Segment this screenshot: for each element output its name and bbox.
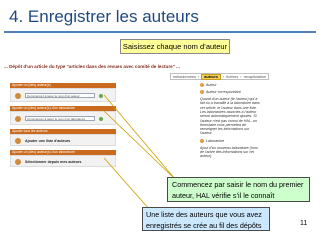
select-my-authors-button[interactable]: Sélectionner depuis mes auteurs [25,160,81,164]
author-label: Auteur [206,83,217,87]
title-divider [4,31,316,33]
author-name-input[interactable]: Commencez à taper le nom d'un auteur [25,93,95,98]
lab-label: Laboratoire [206,138,225,143]
section-add-author-panel: Commencez à taper le nom d'un auteur [10,88,116,102]
callout-author-list: Une liste des auteurs que vous avez enre… [142,207,270,231]
tab-summary[interactable]: récapitulation [244,75,267,79]
section-lab-author-panel: Commencez à taper le nom d'un laboratoir… [10,111,116,125]
lab-icon [200,138,204,143]
callout-first-author-line1: Commencez par saisir le nom du premier [172,180,304,189]
callout-author-list-line2: enregistrés se crée au fil des dépôts [146,221,262,230]
callout-first-author: Commencez par saisir le nom du premier a… [167,177,310,202]
lab-name-input[interactable]: Commencez à taper le nom d'un laboratoir… [25,116,95,121]
validate-icon[interactable] [99,94,103,98]
section-my-authors-panel: Sélectionner depuis mes auteurs [10,155,116,167]
tab-separator: › [223,74,225,79]
callout-enter-author-names: Saisissez chaque nom d’auteur [120,39,230,54]
people-icon [15,159,21,165]
tab-separator: › [240,74,242,79]
page-number: 11 [300,220,308,227]
tab-authors[interactable]: auteurs [201,73,221,80]
lab-icon [15,116,21,122]
tab-separator: › [198,74,200,79]
callout-author-list-line1: Une liste des auteurs que vous avez [146,210,262,219]
wizard-tabs: métadonnées › auteurs › fichiers › récap… [170,73,270,80]
author-help-text: Quand d'un auteur (le l'auteur) qui a fa… [200,97,260,136]
section-all-authors-panel: Ajouter une liste d'auteurs [10,134,116,146]
help-panel: Auteur Auteur correspondant Quand d'un a… [200,83,262,162]
corresponding-author-icon [200,90,204,95]
author-icon [200,83,204,88]
add-author-list-button[interactable]: Ajouter une liste d'auteurs [25,139,70,143]
corresponding-author-label: Auteur correspondant [206,90,241,95]
person-icon [15,93,21,99]
tab-metadata[interactable]: métadonnées [173,75,196,79]
people-icon [15,138,21,144]
callout-first-author-line2: auteur, HAL vérifie s’il le connaît [172,191,275,200]
slide-title: 4. Enregistrer les auteurs [9,7,199,26]
validate-icon[interactable] [99,117,103,121]
tab-files[interactable]: fichiers [226,75,238,79]
deposit-breadcrumb: ... Dépôt d'un article du type "articles… [4,64,180,69]
lab-help-text: Ajout d'un nouveau laboratoire (hors de … [200,145,258,159]
